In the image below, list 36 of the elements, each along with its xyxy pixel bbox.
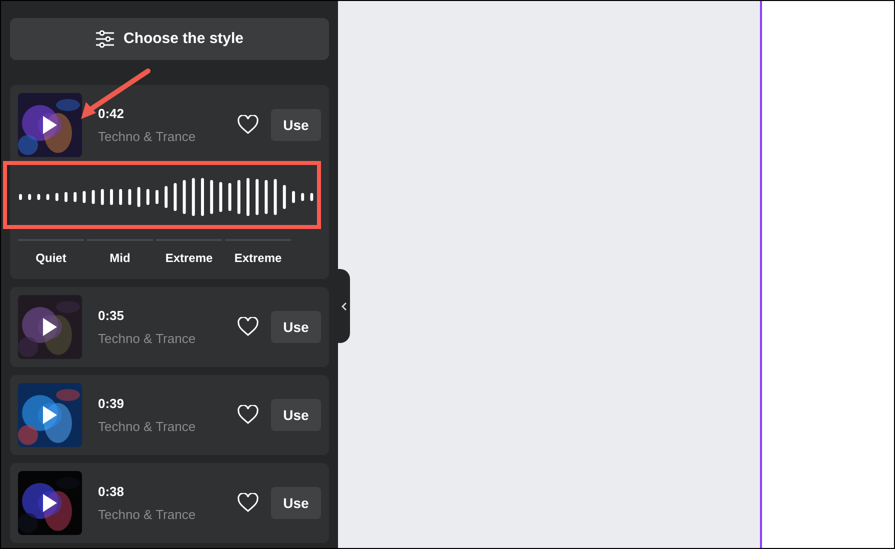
favorite-button[interactable] [237,405,259,425]
heart-icon [237,317,259,337]
play-icon [42,317,58,337]
play-button[interactable] [42,405,58,425]
use-button[interactable]: Use [271,109,321,141]
intensity-option[interactable]: Extreme [156,239,222,267]
use-button[interactable]: Use [271,487,321,519]
chevron-left-icon [340,302,346,310]
track-duration: 0:42 [98,104,124,122]
heart-icon [237,405,259,425]
intensity-option[interactable]: Quiet [18,239,84,267]
intensity-option[interactable]: Extreme [225,239,291,267]
play-icon [42,405,58,425]
track-genre: Techno & Trance [98,330,196,348]
track-genre: Techno & Trance [98,506,196,524]
sliders-icon [95,30,116,48]
use-button[interactable]: Use [271,311,321,343]
play-icon [42,115,58,135]
play-button[interactable] [42,317,58,337]
style-button[interactable]: Choose the style [10,18,329,60]
intensity-option[interactable]: Mid [87,239,153,267]
track-duration: 0:38 [98,482,124,500]
favorite-button[interactable] [237,317,259,337]
track-genre: Techno & Trance [98,418,196,436]
heart-icon [237,493,259,513]
collapse-handle[interactable] [337,269,350,343]
favorite-button[interactable] [237,115,259,135]
play-button[interactable] [42,115,58,135]
track-genre: Techno & Trance [98,128,196,146]
use-button[interactable]: Use [271,399,321,431]
track-duration: 0:35 [98,306,124,324]
play-icon [42,493,58,513]
play-button[interactable] [42,493,58,513]
heart-icon [237,115,259,135]
track-duration: 0:39 [98,394,124,412]
favorite-button[interactable] [237,493,259,513]
